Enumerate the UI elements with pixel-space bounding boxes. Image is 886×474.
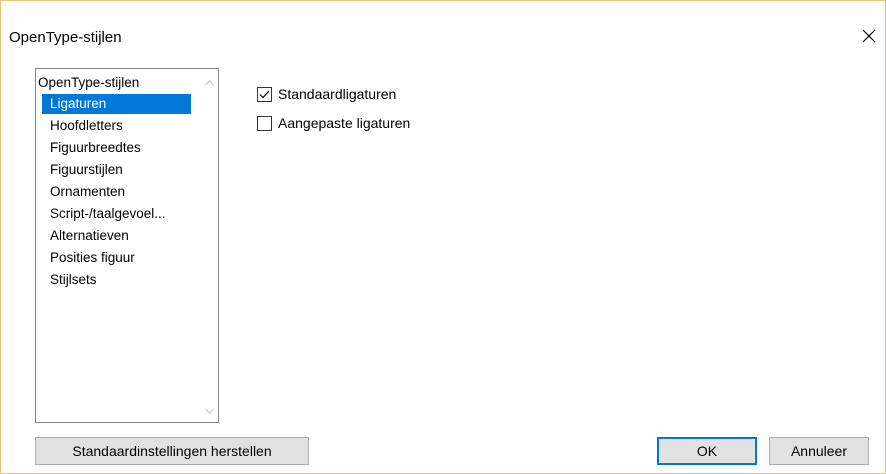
close-icon bbox=[862, 29, 876, 43]
feature-category-list[interactable]: OpenType-stijlen Ligaturen Hoofdletters … bbox=[35, 68, 219, 423]
chevron-down-icon bbox=[205, 401, 214, 419]
opentype-dialog: OpenType-stijlen OpenType-stijlen Ligatu… bbox=[0, 0, 886, 474]
list-item-figuurstijlen[interactable]: Figuurstijlen bbox=[50, 160, 123, 180]
feature-list-items: OpenType-stijlen Ligaturen Hoofdletters … bbox=[36, 69, 201, 422]
ok-button[interactable]: OK bbox=[657, 437, 757, 465]
custom-ligatures-checkbox[interactable] bbox=[257, 115, 272, 131]
list-item-ligaturen[interactable]: Ligaturen bbox=[42, 94, 191, 114]
cancel-button[interactable]: Annuleer bbox=[769, 437, 869, 465]
checkmark-icon bbox=[259, 90, 270, 99]
standard-ligatures-checkbox[interactable] bbox=[257, 86, 272, 102]
standard-ligatures-label: Standaardligaturen bbox=[278, 86, 397, 102]
list-item-alternatieven[interactable]: Alternatieven bbox=[50, 226, 129, 246]
custom-ligatures-label: Aangepaste ligaturen bbox=[278, 115, 411, 131]
list-scrollbar[interactable] bbox=[201, 69, 218, 422]
list-item-hoofdletters[interactable]: Hoofdletters bbox=[50, 116, 123, 136]
dialog-title: OpenType-stijlen bbox=[9, 29, 122, 46]
chevron-up-icon bbox=[205, 73, 214, 91]
list-item-posities-figuur[interactable]: Posities figuur bbox=[50, 248, 135, 268]
scroll-up-button[interactable] bbox=[201, 73, 218, 90]
scroll-down-button[interactable] bbox=[201, 401, 218, 418]
option-custom-ligatures[interactable]: Aangepaste ligaturen bbox=[257, 113, 410, 133]
list-item-script-taalgevoelig[interactable]: Script-/taalgevoel... bbox=[50, 204, 166, 224]
list-item-ornamenten[interactable]: Ornamenten bbox=[50, 182, 125, 202]
list-item-figuurbreedtes[interactable]: Figuurbreedtes bbox=[50, 138, 141, 158]
list-item-stijlsets[interactable]: Stijlsets bbox=[50, 270, 97, 290]
option-standard-ligatures[interactable]: Standaardligaturen bbox=[257, 84, 396, 104]
restore-defaults-button[interactable]: Standaardinstellingen herstellen bbox=[35, 437, 309, 465]
list-item-root[interactable]: OpenType-stijlen bbox=[38, 73, 139, 93]
close-button[interactable] bbox=[856, 23, 882, 49]
